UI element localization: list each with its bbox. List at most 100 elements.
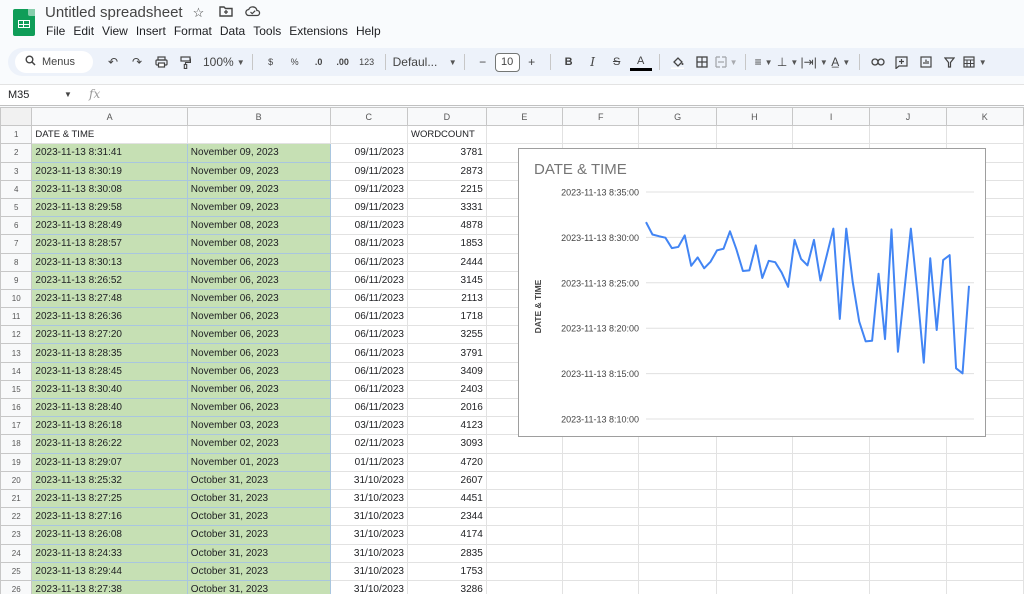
cell-date-long[interactable]: November 03, 2023 <box>186 416 331 436</box>
cell-date-short[interactable]: 02/11/2023 <box>329 434 408 454</box>
cell-date-short[interactable]: 03/11/2023 <box>329 416 408 436</box>
cell[interactable] <box>715 579 794 594</box>
cell[interactable] <box>638 543 717 563</box>
more-formats-button[interactable]: 123 <box>356 51 378 73</box>
cell-date-time[interactable]: 2023-11-13 8:30:08 <box>31 179 188 199</box>
cell-date-time[interactable]: 2023-11-13 8:30:13 <box>31 252 188 272</box>
cell-date-long[interactable]: October 31, 2023 <box>186 488 331 509</box>
cell-wordcount[interactable]: 4451 <box>406 488 487 509</box>
cell[interactable] <box>869 125 947 145</box>
font-size-input[interactable]: 10 <box>494 52 520 72</box>
column-header-j[interactable]: J <box>869 107 947 127</box>
decrease-font-size-button[interactable]: − <box>472 51 494 73</box>
fill-color-icon[interactable] <box>667 51 689 73</box>
row-header[interactable]: 4 <box>0 179 33 199</box>
cell-date-time[interactable]: 2023-11-13 8:29:58 <box>31 197 188 218</box>
row-header[interactable]: 18 <box>0 434 33 454</box>
font-family-select[interactable]: Defaul... ▼ <box>393 51 457 73</box>
horizontal-align-icon[interactable]: ≡ ▼ <box>753 51 775 73</box>
italic-button[interactable]: I <box>582 51 604 73</box>
cell-date-short[interactable]: 09/11/2023 <box>329 143 408 163</box>
cell-date-time[interactable]: 2023-11-13 8:31:41 <box>31 143 188 163</box>
cell[interactable] <box>792 561 871 581</box>
row-header[interactable]: 8 <box>0 252 33 272</box>
cell[interactable] <box>945 452 1024 472</box>
cell-date-time[interactable]: 2023-11-13 8:25:32 <box>31 470 188 490</box>
cell-date-long[interactable]: October 31, 2023 <box>186 579 331 594</box>
cell-wordcount[interactable]: 4123 <box>406 416 487 436</box>
row-header[interactable]: 6 <box>0 216 33 236</box>
cell-date-long[interactable]: October 31, 2023 <box>186 561 331 581</box>
cell[interactable] <box>562 579 640 594</box>
cell-date-short[interactable]: 31/10/2023 <box>329 488 408 509</box>
row-header[interactable]: 26 <box>0 579 33 594</box>
cell[interactable] <box>945 507 1024 527</box>
cell[interactable] <box>792 452 871 472</box>
vertical-align-icon[interactable]: ⊥ ▼ <box>777 51 799 73</box>
row-header[interactable]: 13 <box>0 343 33 363</box>
strikethrough-button[interactable]: S <box>606 51 628 73</box>
cell[interactable] <box>562 543 640 563</box>
cell-date-time[interactable]: 2023-11-13 8:30:40 <box>31 379 188 400</box>
cell-wordcount[interactable]: 3286 <box>406 579 487 594</box>
cell[interactable] <box>869 561 947 581</box>
cell-wordcount[interactable]: 3781 <box>406 143 487 163</box>
name-box[interactable]: M35 <box>8 89 29 101</box>
menu-view[interactable]: View <box>102 24 133 38</box>
cell[interactable] <box>715 543 794 563</box>
cell-date-short[interactable]: 06/11/2023 <box>329 288 408 309</box>
filter-icon[interactable] <box>939 51 961 73</box>
cell-wordcount[interactable]: 2444 <box>406 252 487 272</box>
cell-date-short[interactable]: 31/10/2023 <box>329 561 408 581</box>
move-folder-icon[interactable] <box>217 5 234 21</box>
cell[interactable] <box>945 125 1024 145</box>
cell-date-time[interactable]: 2023-11-13 8:24:33 <box>31 543 188 563</box>
cell[interactable] <box>562 488 640 509</box>
series-line[interactable] <box>645 221 970 375</box>
search-menus-button[interactable]: Menus <box>15 51 93 73</box>
row-header[interactable]: 22 <box>0 507 33 527</box>
cell-wordcount[interactable]: 3331 <box>406 197 487 218</box>
row-header[interactable]: 14 <box>0 361 33 381</box>
cell[interactable] <box>562 125 640 145</box>
menu-edit[interactable]: Edit <box>73 24 99 38</box>
filter-views-icon[interactable]: ▼ <box>963 51 987 73</box>
cell-date-time[interactable]: 2023-11-13 8:27:20 <box>31 325 188 345</box>
cell[interactable] <box>485 125 564 145</box>
cell[interactable] <box>638 507 717 527</box>
cell[interactable] <box>792 125 871 145</box>
insert-chart-icon[interactable] <box>915 51 937 73</box>
cell[interactable] <box>638 525 717 545</box>
column-header-f[interactable]: F <box>562 107 640 127</box>
text-wrapping-icon[interactable]: |⇥| ▼ <box>801 51 828 73</box>
cell-date-time[interactable]: 2023-11-13 8:28:40 <box>31 397 188 418</box>
cell[interactable] <box>715 452 794 472</box>
cell[interactable] <box>638 488 717 509</box>
cell-date-time[interactable]: 2023-11-13 8:26:22 <box>31 434 188 454</box>
cell[interactable] <box>869 488 947 509</box>
cell-wordcount[interactable]: 2113 <box>406 288 487 309</box>
sheets-logo-icon[interactable] <box>13 9 35 36</box>
cell-date-long[interactable]: November 06, 2023 <box>186 270 331 290</box>
cell-date-long[interactable]: November 06, 2023 <box>186 288 331 309</box>
cell-date-long[interactable]: November 06, 2023 <box>186 307 331 327</box>
undo-icon[interactable]: ↶ <box>102 51 124 73</box>
print-icon[interactable] <box>150 51 172 73</box>
row-header[interactable]: 2 <box>0 143 33 163</box>
cell-date-time[interactable]: 2023-11-13 8:27:25 <box>31 488 188 509</box>
cell[interactable] <box>562 561 640 581</box>
cell[interactable] <box>945 525 1024 545</box>
cell[interactable] <box>715 525 794 545</box>
cell[interactable] <box>792 488 871 509</box>
cell-date-short[interactable]: 31/10/2023 <box>329 543 408 563</box>
cell-date-time[interactable]: 2023-11-13 8:26:52 <box>31 270 188 290</box>
column-header-d[interactable]: D <box>406 107 487 127</box>
cell[interactable] <box>869 470 947 490</box>
text-color-button[interactable]: A <box>629 53 652 71</box>
column-header-k[interactable]: K <box>945 107 1024 127</box>
cell[interactable] <box>485 488 564 509</box>
cell[interactable] <box>792 507 871 527</box>
row-header[interactable]: 24 <box>0 543 33 563</box>
cell-date-time[interactable]: 2023-11-13 8:28:45 <box>31 361 188 381</box>
cell-wordcount[interactable]: 3791 <box>406 343 487 363</box>
